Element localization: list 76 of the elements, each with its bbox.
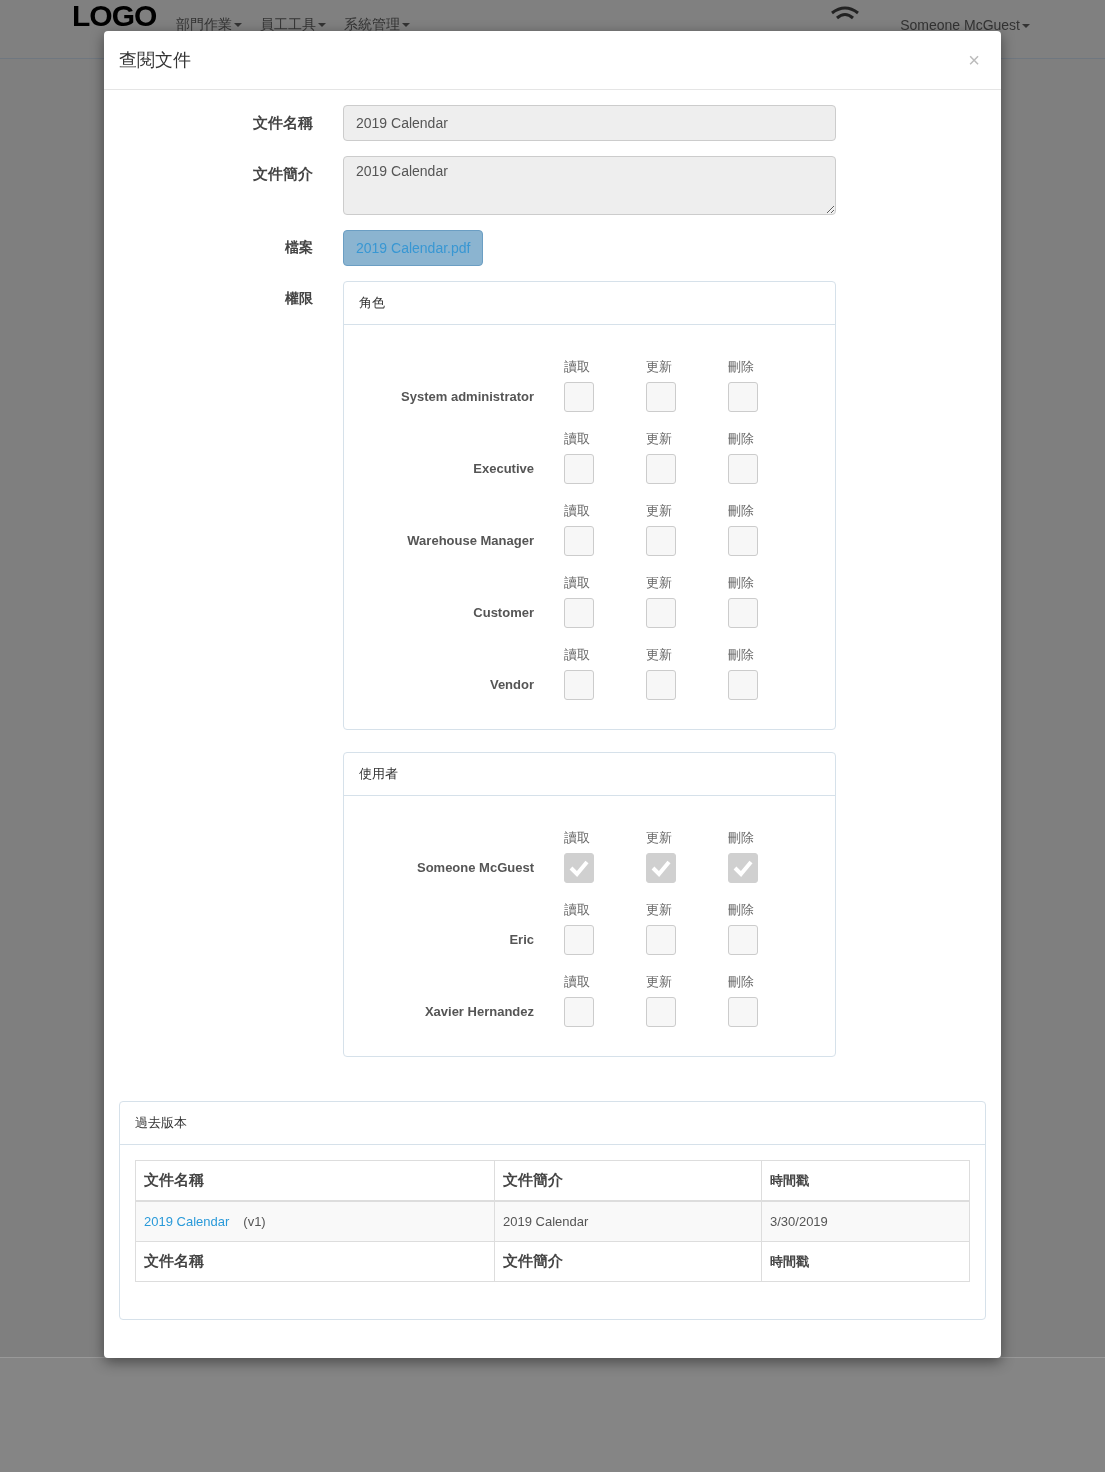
checkbox[interactable]	[564, 454, 594, 484]
checkbox-label: 刪除	[728, 646, 754, 664]
checkbox-label: 更新	[646, 502, 672, 520]
column-footer: 文件簡介	[494, 1241, 762, 1282]
checkbox-label: 刪除	[728, 973, 754, 991]
checkbox-label: 刪除	[728, 829, 754, 847]
panel-title: 角色	[359, 294, 385, 312]
checkbox[interactable]	[564, 670, 594, 700]
checkbox-label: 更新	[646, 973, 672, 991]
checkbox[interactable]	[728, 454, 758, 484]
checkbox-label: 讀取	[564, 646, 590, 664]
checkbox[interactable]	[728, 598, 758, 628]
wifi-icon	[830, 6, 861, 22]
checkbox-label: 讀取	[564, 358, 590, 376]
checkbox[interactable]	[646, 670, 676, 700]
name-field[interactable]: 2019 Calendar	[343, 105, 836, 141]
description-field[interactable]: 2019 Calendar	[343, 156, 836, 215]
checkbox-label: 更新	[646, 646, 672, 664]
checkbox-label: 刪除	[728, 358, 754, 376]
checkbox[interactable]	[564, 598, 594, 628]
checkbox-label: 更新	[646, 901, 672, 919]
field-label: 檔案	[284, 238, 313, 257]
checkbox[interactable]	[728, 670, 758, 700]
checkbox-label: 讀取	[564, 901, 590, 919]
column-footer: 文件名稱	[135, 1241, 495, 1282]
permission-name: Executive	[472, 461, 534, 476]
checkbox[interactable]	[646, 598, 676, 628]
permission-name: Vendor	[488, 677, 534, 692]
checkbox[interactable]	[728, 382, 758, 412]
permission-name: Someone McGuest	[415, 860, 534, 875]
checkbox-label: 刪除	[728, 430, 754, 448]
checkbox-label: 更新	[646, 430, 672, 448]
permission-name: Xavier Hernandez	[423, 1004, 534, 1019]
checkbox[interactable]	[646, 853, 676, 883]
field-label: 文件簡介	[252, 164, 313, 184]
checkbox-label: 更新	[646, 358, 672, 376]
checkbox-label: 刪除	[728, 502, 754, 520]
permission-name: Customer	[472, 605, 534, 620]
checkbox[interactable]	[646, 997, 676, 1027]
checkbox-label: 讀取	[564, 574, 590, 592]
close-button[interactable]: ×	[962, 48, 986, 72]
logo: LOGO	[72, 1, 157, 31]
checkbox[interactable]	[564, 997, 594, 1027]
checkbox-label: 更新	[646, 574, 672, 592]
checkbox[interactable]	[564, 382, 594, 412]
field-label: 文件名稱	[252, 113, 313, 133]
checkbox-label: 讀取	[564, 430, 590, 448]
checkbox[interactable]	[646, 382, 676, 412]
field-label: 權限	[284, 289, 313, 308]
checkbox-label: 讀取	[564, 973, 590, 991]
version-label: (v1)	[243, 1214, 266, 1229]
checkbox[interactable]	[646, 454, 676, 484]
permission-name: Warehouse Manager	[406, 533, 534, 548]
table-cell: 2019 Calendar	[494, 1201, 762, 1242]
checkbox-label: 讀取	[564, 829, 590, 847]
panel-title: 使用者	[359, 765, 398, 783]
checkbox-label: 更新	[646, 829, 672, 847]
checkbox[interactable]	[646, 526, 676, 556]
table-cell: 3/30/2019	[761, 1201, 970, 1242]
permission-name: System administrator	[400, 389, 534, 404]
checkbox-label: 讀取	[564, 502, 590, 520]
checkbox[interactable]	[728, 853, 758, 883]
checkbox[interactable]	[564, 925, 594, 955]
checkbox[interactable]	[728, 997, 758, 1027]
checkbox-label: 刪除	[728, 901, 754, 919]
modal-title: 查閱文件	[119, 49, 191, 72]
checkbox[interactable]	[564, 526, 594, 556]
checkbox-label: 刪除	[728, 574, 754, 592]
permission-name: Eric	[508, 932, 534, 947]
checkbox[interactable]	[564, 853, 594, 883]
file-link[interactable]: 2019 Calendar	[144, 1214, 230, 1229]
column-footer: 時間戳	[761, 1241, 970, 1282]
checkbox[interactable]	[728, 526, 758, 556]
panel-title: 過去版本	[135, 1114, 187, 1132]
checkbox[interactable]	[728, 925, 758, 955]
checkbox[interactable]	[646, 925, 676, 955]
